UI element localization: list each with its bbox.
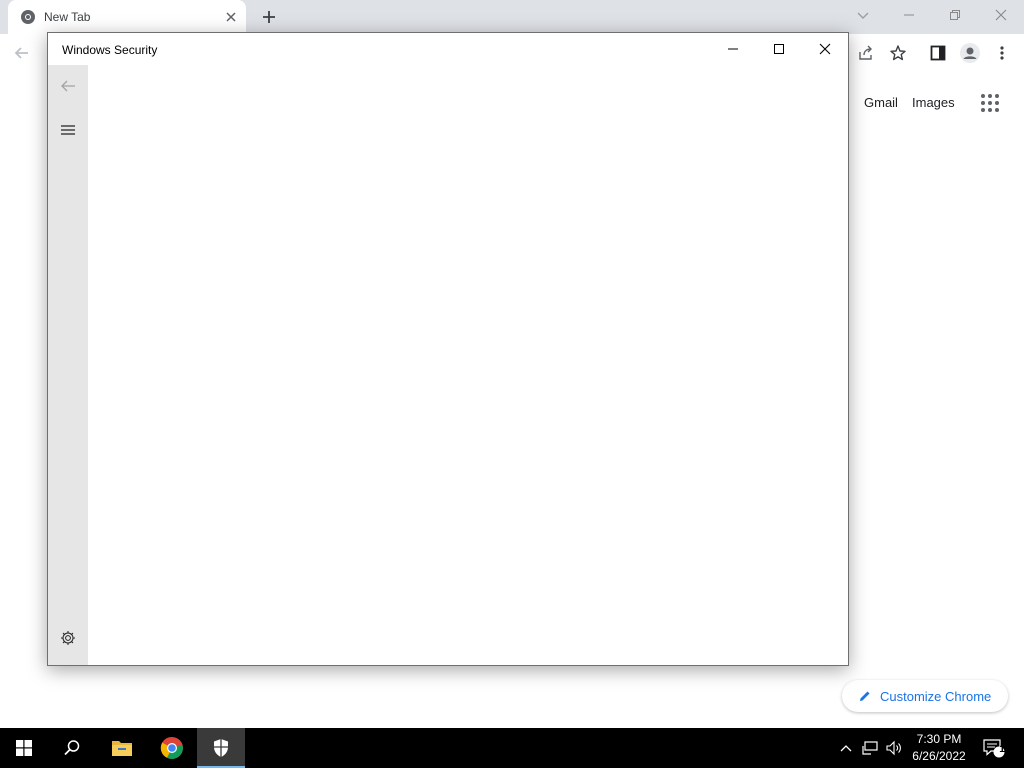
side-panel-button[interactable]: [926, 41, 950, 65]
notification-badge: 1: [999, 744, 1005, 755]
tab-title: New Tab: [44, 10, 91, 24]
clock-time: 7:30 PM: [916, 732, 962, 746]
share-button[interactable]: [854, 41, 878, 65]
ws-settings-button[interactable]: [48, 618, 88, 658]
chrome-tabstrip: New Tab: [0, 0, 1024, 34]
taskbar-windows-security[interactable]: [197, 728, 245, 768]
profile-icon: [960, 43, 980, 63]
chevron-up-icon: [840, 745, 852, 752]
chrome-tab-new-tab[interactable]: New Tab: [8, 0, 246, 34]
close-icon: [819, 43, 831, 55]
close-icon[interactable]: [222, 8, 240, 26]
hamburger-icon: [61, 125, 75, 135]
taskbar-chrome[interactable]: [148, 728, 196, 768]
search-icon: [64, 740, 80, 756]
back-button[interactable]: [10, 41, 34, 65]
minimize-icon: [728, 48, 738, 50]
tray-volume-button[interactable]: [884, 738, 904, 758]
network-icon: [862, 741, 878, 755]
chevron-down-icon[interactable]: [852, 6, 874, 24]
chrome-icon: [160, 736, 183, 759]
windows-security-icon: [214, 739, 228, 757]
ws-menu-button[interactable]: [48, 110, 88, 150]
back-arrow-icon: [61, 80, 75, 92]
restore-icon: [950, 10, 960, 20]
tray-network-button[interactable]: [860, 738, 880, 758]
action-center-button[interactable]: 1: [982, 738, 1006, 758]
back-arrow-icon: [14, 47, 28, 59]
gmail-link[interactable]: Gmail: [864, 95, 898, 110]
window-title: Windows Security: [62, 43, 158, 57]
more-vert-icon: [1000, 46, 1004, 60]
ws-titlebar[interactable]: Windows Security: [48, 33, 848, 65]
close-icon: [995, 9, 1007, 21]
ws-content-area: [88, 65, 848, 665]
chrome-restore-button[interactable]: [932, 0, 978, 30]
star-icon: [890, 45, 906, 61]
ws-minimize-button[interactable]: [710, 33, 756, 65]
taskbar-search-button[interactable]: [48, 728, 96, 768]
ws-sidebar: [48, 65, 88, 665]
chrome-close-button[interactable]: [978, 0, 1024, 30]
minimize-icon: [904, 14, 914, 16]
windows-start-icon: [16, 740, 32, 756]
start-button[interactable]: [0, 728, 48, 768]
customize-chrome-button[interactable]: Customize Chrome: [842, 680, 1008, 712]
settings-gear-icon: [61, 631, 75, 645]
windows-security-window: Windows Security: [47, 32, 849, 666]
ws-close-button[interactable]: [802, 33, 848, 65]
maximize-icon: [774, 44, 784, 54]
ws-back-button[interactable]: [48, 66, 88, 106]
chrome-minimize-button[interactable]: [886, 0, 932, 30]
customize-chrome-label: Customize Chrome: [880, 688, 992, 704]
pencil-icon: [860, 691, 870, 701]
volume-icon: [886, 740, 901, 756]
tray-overflow-button[interactable]: [836, 738, 856, 758]
chrome-icon: [21, 10, 35, 24]
ws-maximize-button[interactable]: [756, 33, 802, 65]
taskbar: 7:30 PM 6/26/2022 1: [0, 728, 1024, 768]
taskbar-clock[interactable]: 7:30 PM 6/26/2022: [908, 731, 970, 765]
profile-button[interactable]: [958, 41, 982, 65]
images-link[interactable]: Images: [912, 95, 955, 110]
file-explorer-icon: [112, 741, 132, 756]
new-tab-button[interactable]: [258, 6, 280, 28]
apps-grid-icon[interactable]: [980, 93, 1000, 113]
share-icon: [859, 45, 872, 60]
clock-date: 6/26/2022: [912, 749, 966, 763]
side-panel-icon: [930, 45, 946, 61]
taskbar-file-explorer[interactable]: [98, 728, 146, 768]
menu-button[interactable]: [990, 41, 1014, 65]
bookmark-button[interactable]: [886, 41, 910, 65]
